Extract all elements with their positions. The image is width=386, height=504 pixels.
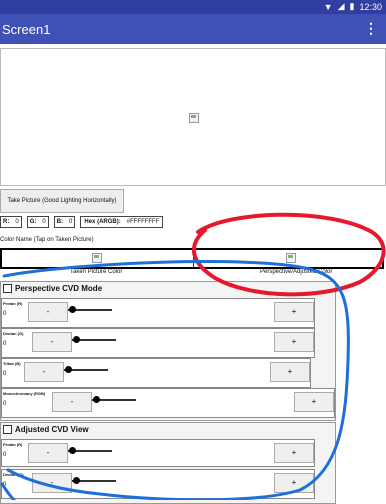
perspective-cvd-header[interactable]: Perspective CVD Mode [3,284,102,293]
r-readout: R: 0 [0,216,22,228]
g-label: G: [29,219,37,225]
decrement-button[interactable]: - [32,332,72,352]
increment-button[interactable]: + [274,473,314,493]
decrement-button[interactable]: - [28,443,68,463]
decrement-button[interactable]: - [52,392,92,412]
color-name-label: Color Name (Tap on Taken Picture) [0,237,94,243]
increment-button[interactable]: + [294,392,334,412]
protan-control: Protan (R) 0 - + [1,298,315,328]
adjusted-deutan-control: Deutan (G) 0 - + [1,469,315,499]
tritan-control: Tritan (B) 0 - + [1,358,311,388]
slider-thumb[interactable] [93,396,101,403]
control-label: Monochromacy (RGB) [3,391,46,396]
control-label: Protan (R) [3,301,23,306]
decrement-button[interactable]: - [32,473,72,493]
control-value: 0 [3,311,7,317]
taken-color-label: Taken Picture Color [70,269,123,275]
hex-readout: Hex (ARGB): #FFFFFFFF [80,216,164,228]
perspective-cvd-checkbox[interactable] [3,284,12,293]
control-label: Protan (R) [3,442,23,447]
overflow-menu-icon[interactable]: ⋮ [364,20,378,37]
adjusted-color-swatch [193,250,384,267]
battery-icon: ▮ [349,1,355,11]
adjusted-cvd-section: Adjusted CVD View Protan (R) 0 - + Deuta… [0,422,336,504]
app-bar: Screen1 ⋮ [0,14,386,44]
taken-color-swatch [2,250,192,267]
increment-button[interactable]: + [274,332,314,352]
broken-image-icon [92,253,102,263]
g-value: 0 [42,219,46,225]
slider-thumb[interactable] [73,336,81,343]
status-bar: ▼ ◢ ▮ 12:30 [0,0,386,14]
decrement-button[interactable]: - [24,362,64,382]
increment-button[interactable]: + [270,362,310,382]
rgb-readout: R: 0 G: 0 B: 0 Hex (ARGB): #FFFFFFFF [0,216,164,228]
adjusted-cvd-header[interactable]: Adjusted CVD View [3,425,89,434]
b-readout: B: 0 [53,216,76,228]
slider-thumb[interactable] [73,477,81,484]
control-value: 0 [3,341,7,347]
decrement-button[interactable]: - [28,302,68,322]
hex-value: #FFFFFFFF [126,219,160,225]
increment-button[interactable]: + [274,302,314,322]
slider-thumb[interactable] [69,306,77,313]
control-label: Deutan (G) [3,331,24,336]
r-value: 0 [15,219,19,225]
broken-image-icon [189,113,199,123]
control-label: Tritan (B) [3,361,21,366]
wifi-icon: ◢ [337,1,345,11]
slider-thumb[interactable] [69,447,77,454]
deutan-control: Deutan (G) 0 - + [1,328,315,358]
r-label: R: [3,219,10,225]
adjusted-cvd-title: Adjusted CVD View [15,425,89,434]
signal-icon: ▼ [323,1,333,12]
adjusted-cvd-checkbox[interactable] [3,425,12,434]
system-icons: ▼ ◢ ▮ 12:30 [324,1,382,12]
perspective-cvd-section: Perspective CVD Mode Protan (R) 0 - + De… [0,281,336,421]
color-swatch-bar [0,248,384,269]
control-label: Deutan (G) [3,472,24,477]
slider-thumb[interactable] [65,366,73,373]
g-readout: G: 0 [26,216,49,228]
picture-preview[interactable] [0,48,386,186]
control-value: 0 [3,371,7,377]
increment-button[interactable]: + [274,443,314,463]
control-value: 0 [3,401,7,407]
monochromacy-control: Monochromacy (RGB) 0 - + [1,388,335,418]
b-value: 0 [69,219,73,225]
control-value: 0 [3,452,7,458]
b-label: B: [56,219,64,225]
broken-image-icon [286,253,296,263]
control-value: 0 [3,482,7,488]
status-time: 12:30 [359,1,382,12]
hex-label: Hex (ARGB): [84,219,121,225]
take-picture-button[interactable]: Take Picture (Good Lighting Horizontally… [0,189,124,213]
swatch-labels: Taken Picture Color Perspective/Adjusted… [0,269,384,277]
perspective-cvd-title: Perspective CVD Mode [15,284,103,293]
adjusted-protan-control: Protan (R) 0 - + [1,439,315,467]
app-title: Screen1 [2,22,51,37]
adjusted-color-label: Perspective/Adjusted Color [260,269,333,275]
